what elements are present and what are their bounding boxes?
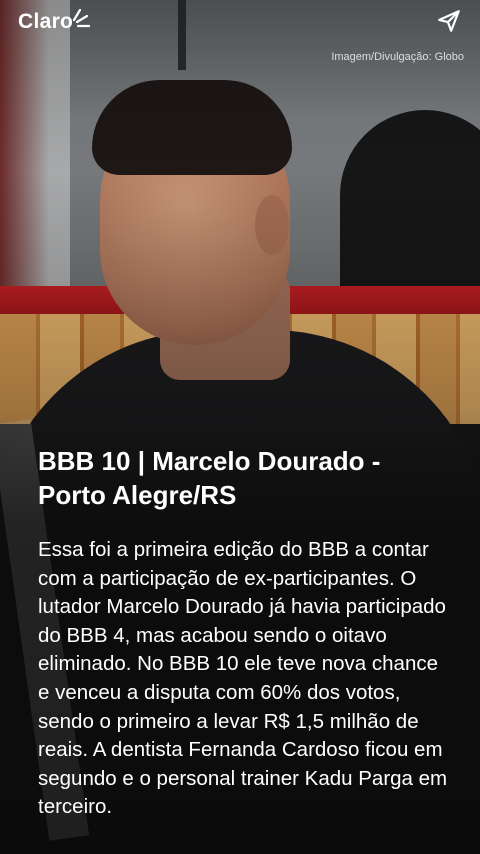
claro-logo-rays-icon <box>72 8 90 28</box>
share-send-icon[interactable] <box>436 8 462 34</box>
image-credit: Imagem/Divulgação: Globo <box>331 51 464 63</box>
brand-logo: Claro <box>18 10 74 33</box>
story-title: BBB 10 | Marcelo Dourado - Porto Alegre/… <box>38 446 381 510</box>
story-body-text: Essa foi a primeira edição do BBB a cont… <box>38 538 448 819</box>
